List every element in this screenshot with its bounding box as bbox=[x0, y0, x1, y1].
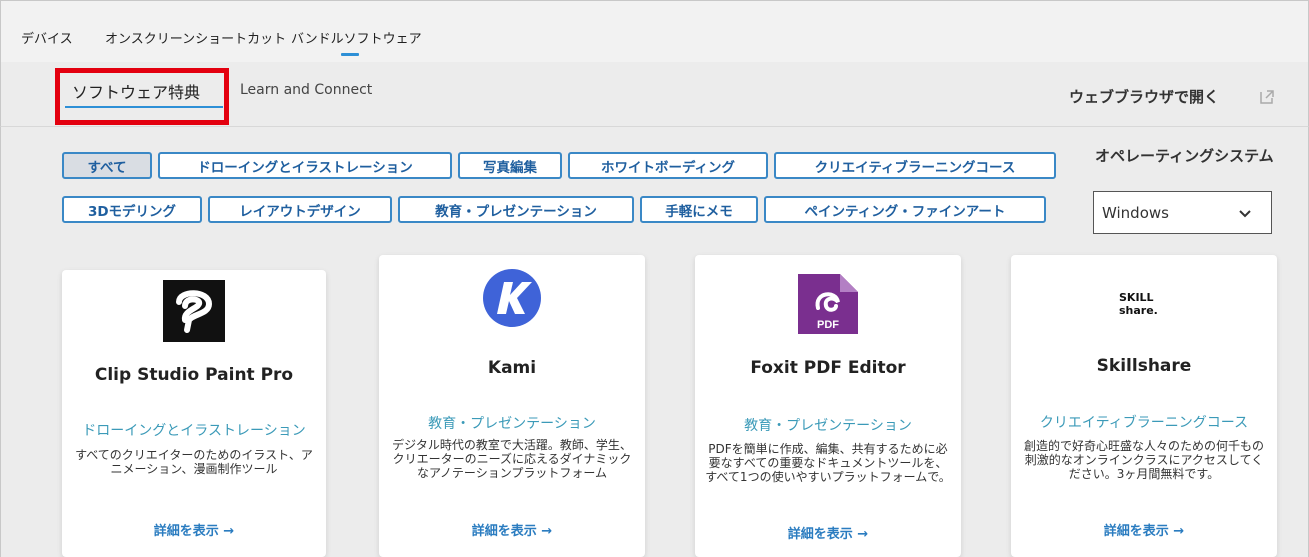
svg-text:SKILL: SKILL bbox=[1119, 291, 1154, 304]
filter-education-presentation[interactable]: 教育・プレゼンテーション bbox=[398, 196, 634, 223]
svg-text:share.: share. bbox=[1119, 304, 1158, 317]
foxit-pdf-logo: PDF bbox=[798, 274, 858, 334]
kami-logo bbox=[483, 269, 541, 327]
active-tab-indicator bbox=[341, 53, 359, 56]
filter-whiteboarding[interactable]: ホワイトボーディング bbox=[568, 152, 768, 179]
os-select[interactable]: Windows bbox=[1093, 191, 1272, 234]
card-title: Foxit PDF Editor bbox=[750, 358, 906, 378]
highlight-box bbox=[55, 68, 229, 125]
card-title: Clip Studio Paint Pro bbox=[94, 365, 294, 385]
filter-photo-editing[interactable]: 写真編集 bbox=[458, 152, 562, 179]
tab-bundled-software[interactable]: バンドルソフトウェア bbox=[291, 28, 422, 47]
filter-layout-design[interactable]: レイアウトデザイン bbox=[208, 196, 392, 223]
card-category: ドローイングとイラストレーション bbox=[82, 423, 306, 439]
skillshare-logo: SKILL share. bbox=[1119, 291, 1158, 317]
filter-all[interactable]: すべて bbox=[62, 152, 152, 179]
filter-quick-notes[interactable]: 手軽にメモ bbox=[640, 196, 758, 223]
clip-studio-logo bbox=[163, 280, 225, 342]
external-link-icon[interactable] bbox=[1258, 88, 1276, 106]
tab-device[interactable]: デバイス bbox=[21, 28, 73, 47]
tab-learn-and-connect[interactable]: Learn and Connect bbox=[240, 82, 372, 98]
top-nav: デバイス オンスクリーンショートカット バンドルソフトウェア bbox=[0, 0, 1309, 63]
tab-onscreen-shortcuts[interactable]: オンスクリーンショートカット bbox=[105, 28, 286, 47]
os-selected-value: Windows bbox=[1102, 204, 1169, 222]
card-title: Kami bbox=[487, 358, 537, 378]
os-label: オペレーティングシステム bbox=[1095, 147, 1274, 165]
card-category: 教育・プレゼンテーション bbox=[744, 418, 912, 434]
card-details-link[interactable]: 詳細を表示 → bbox=[1011, 520, 1277, 539]
open-in-browser-link[interactable]: ウェブブラウザで開く bbox=[1069, 86, 1219, 107]
card-description: デジタル時代の教室で大活躍。教師、学生、クリエーターのニーズに応えるダイナミック… bbox=[392, 438, 632, 480]
svg-text:PDF: PDF bbox=[817, 319, 839, 331]
software-card-clip-studio[interactable]: Clip Studio Paint Pro ドローイングとイラストレーション す… bbox=[62, 270, 326, 557]
filter-drawing-illustration[interactable]: ドローイングとイラストレーション bbox=[158, 152, 452, 179]
card-details-link[interactable]: 詳細を表示 → bbox=[379, 520, 645, 539]
chevron-down-icon bbox=[1239, 210, 1251, 218]
card-details-link[interactable]: 詳細を表示 → bbox=[695, 523, 961, 542]
card-details-link[interactable]: 詳細を表示 → bbox=[62, 520, 326, 539]
card-description: すべてのクリエイターのためのイラスト、アニメーション、漫画制作ツール bbox=[75, 448, 313, 476]
card-category: 教育・プレゼンテーション bbox=[428, 416, 596, 432]
filter-3d-modeling[interactable]: 3Dモデリング bbox=[62, 196, 202, 223]
card-category: クリエイティブラーニングコース bbox=[1039, 415, 1249, 431]
software-card-foxit[interactable]: PDF Foxit PDF Editor 教育・プレゼンテーション PDFを簡単… bbox=[695, 255, 961, 557]
software-card-skillshare[interactable]: SKILL share. Skillshare クリエイティブラーニングコース … bbox=[1011, 255, 1277, 557]
filter-painting-fine-art[interactable]: ペインティング・ファインアート bbox=[764, 196, 1046, 223]
filter-creative-learning[interactable]: クリエイティブラーニングコース bbox=[774, 152, 1056, 179]
card-description: 創造的で好奇心旺盛な人々のための何千もの刺激的なオンラインクラスにアクセスしてく… bbox=[1023, 439, 1264, 481]
card-description: PDFを簡単に作成、編集、共有するために必要なすべての重要なドキュメントツールを… bbox=[705, 442, 951, 484]
software-card-kami[interactable]: Kami 教育・プレゼンテーション デジタル時代の教室で大活躍。教師、学生、クリ… bbox=[379, 255, 645, 557]
card-title: Skillshare bbox=[1096, 356, 1192, 376]
